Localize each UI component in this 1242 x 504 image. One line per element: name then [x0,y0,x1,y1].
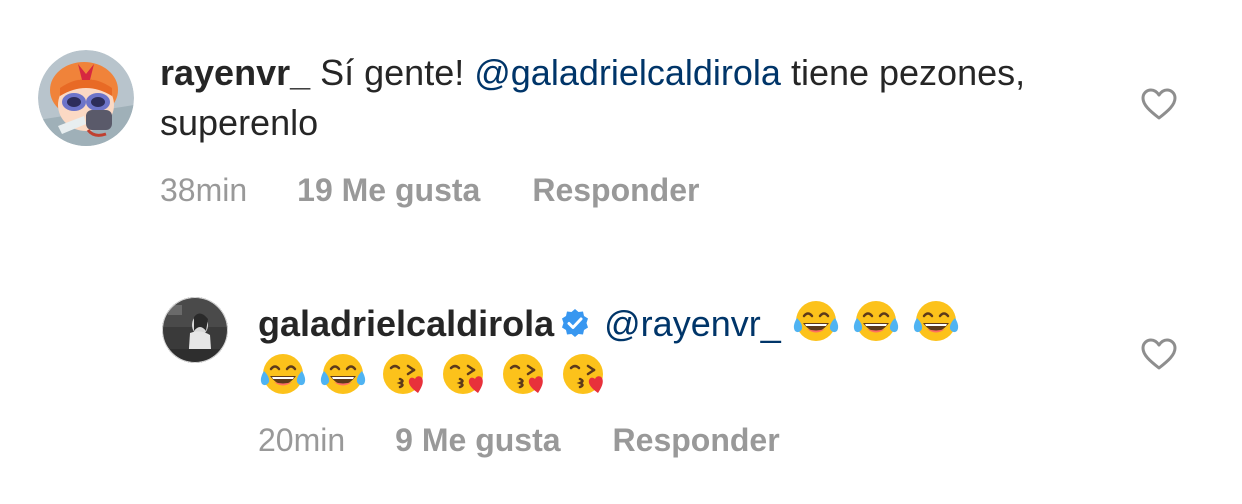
tears-of-joy-emoji-icon [318,349,368,399]
tears-of-joy-emoji-icon [791,296,841,346]
mention-link[interactable]: @rayenvr_ [604,303,781,344]
like-button[interactable] [1140,337,1178,371]
comment-meta: 38min 19 Me gusta Responder [160,170,699,210]
avatar[interactable] [38,50,134,146]
heart-outline-icon [1141,88,1177,120]
reply-button[interactable]: Responder [613,420,780,460]
blowing-kiss-emoji-icon [378,349,428,399]
comment-meta: 20min 9 Me gusta Responder [258,420,780,460]
username[interactable]: rayenvr_ [160,52,310,93]
like-button[interactable] [1140,87,1178,121]
avatar[interactable] [162,297,228,363]
tears-of-joy-emoji-icon [911,296,961,346]
comment-text: galadrielcaldirola @rayenvr_ [258,296,1118,402]
tears-of-joy-emoji-icon [258,349,308,399]
heart-outline-icon [1141,338,1177,370]
comment-body-start: Sí gente! [310,52,475,93]
mention-link[interactable]: @galadrielcaldirola [474,52,781,93]
likes-count[interactable]: 19 Me gusta [297,170,480,210]
profile-photo-icon [162,297,228,363]
blowing-kiss-emoji-icon [438,349,488,399]
blowing-kiss-emoji-icon [498,349,548,399]
username[interactable]: galadrielcaldirola [258,303,554,344]
cartoon-avatar-icon [38,50,134,146]
likes-count[interactable]: 9 Me gusta [395,420,560,460]
timestamp: 20min [258,422,346,458]
verified-badge-icon [560,308,590,338]
reply-button[interactable]: Responder [532,170,699,210]
blowing-kiss-emoji-icon [558,349,608,399]
comment-text: rayenvr_ Sí gente! @galadrielcaldirola t… [160,48,1060,148]
timestamp: 38min [160,172,248,208]
tears-of-joy-emoji-icon [851,296,901,346]
